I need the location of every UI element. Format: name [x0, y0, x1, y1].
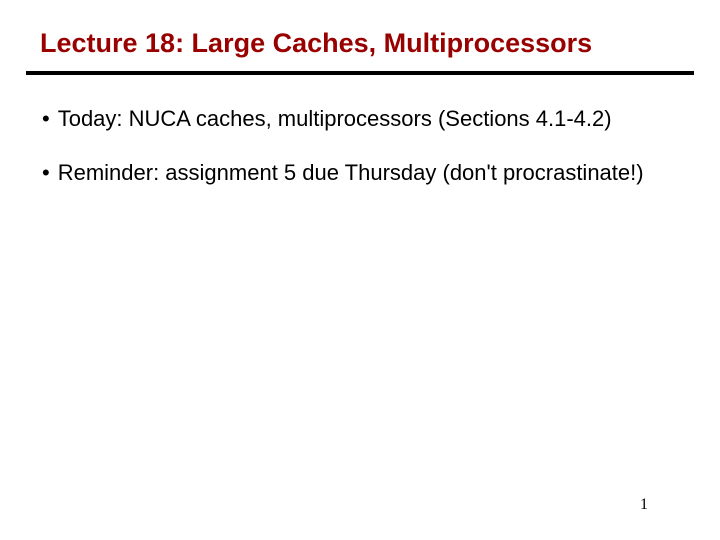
slide: Lecture 18: Large Caches, Multiprocessor… — [0, 0, 720, 540]
bullet-marker-icon: • — [42, 159, 50, 187]
bullet-marker-icon: • — [42, 105, 50, 133]
slide-title: Lecture 18: Large Caches, Multiprocessor… — [0, 28, 720, 71]
bullet-text: Reminder: assignment 5 due Thursday (don… — [58, 159, 644, 187]
slide-content: • Today: NUCA caches, multiprocessors (S… — [0, 75, 720, 187]
bullet-item: • Today: NUCA caches, multiprocessors (S… — [42, 105, 678, 133]
bullet-text: Today: NUCA caches, multiprocessors (Sec… — [58, 105, 612, 133]
page-number: 1 — [640, 496, 648, 514]
bullet-item: • Reminder: assignment 5 due Thursday (d… — [42, 159, 678, 187]
